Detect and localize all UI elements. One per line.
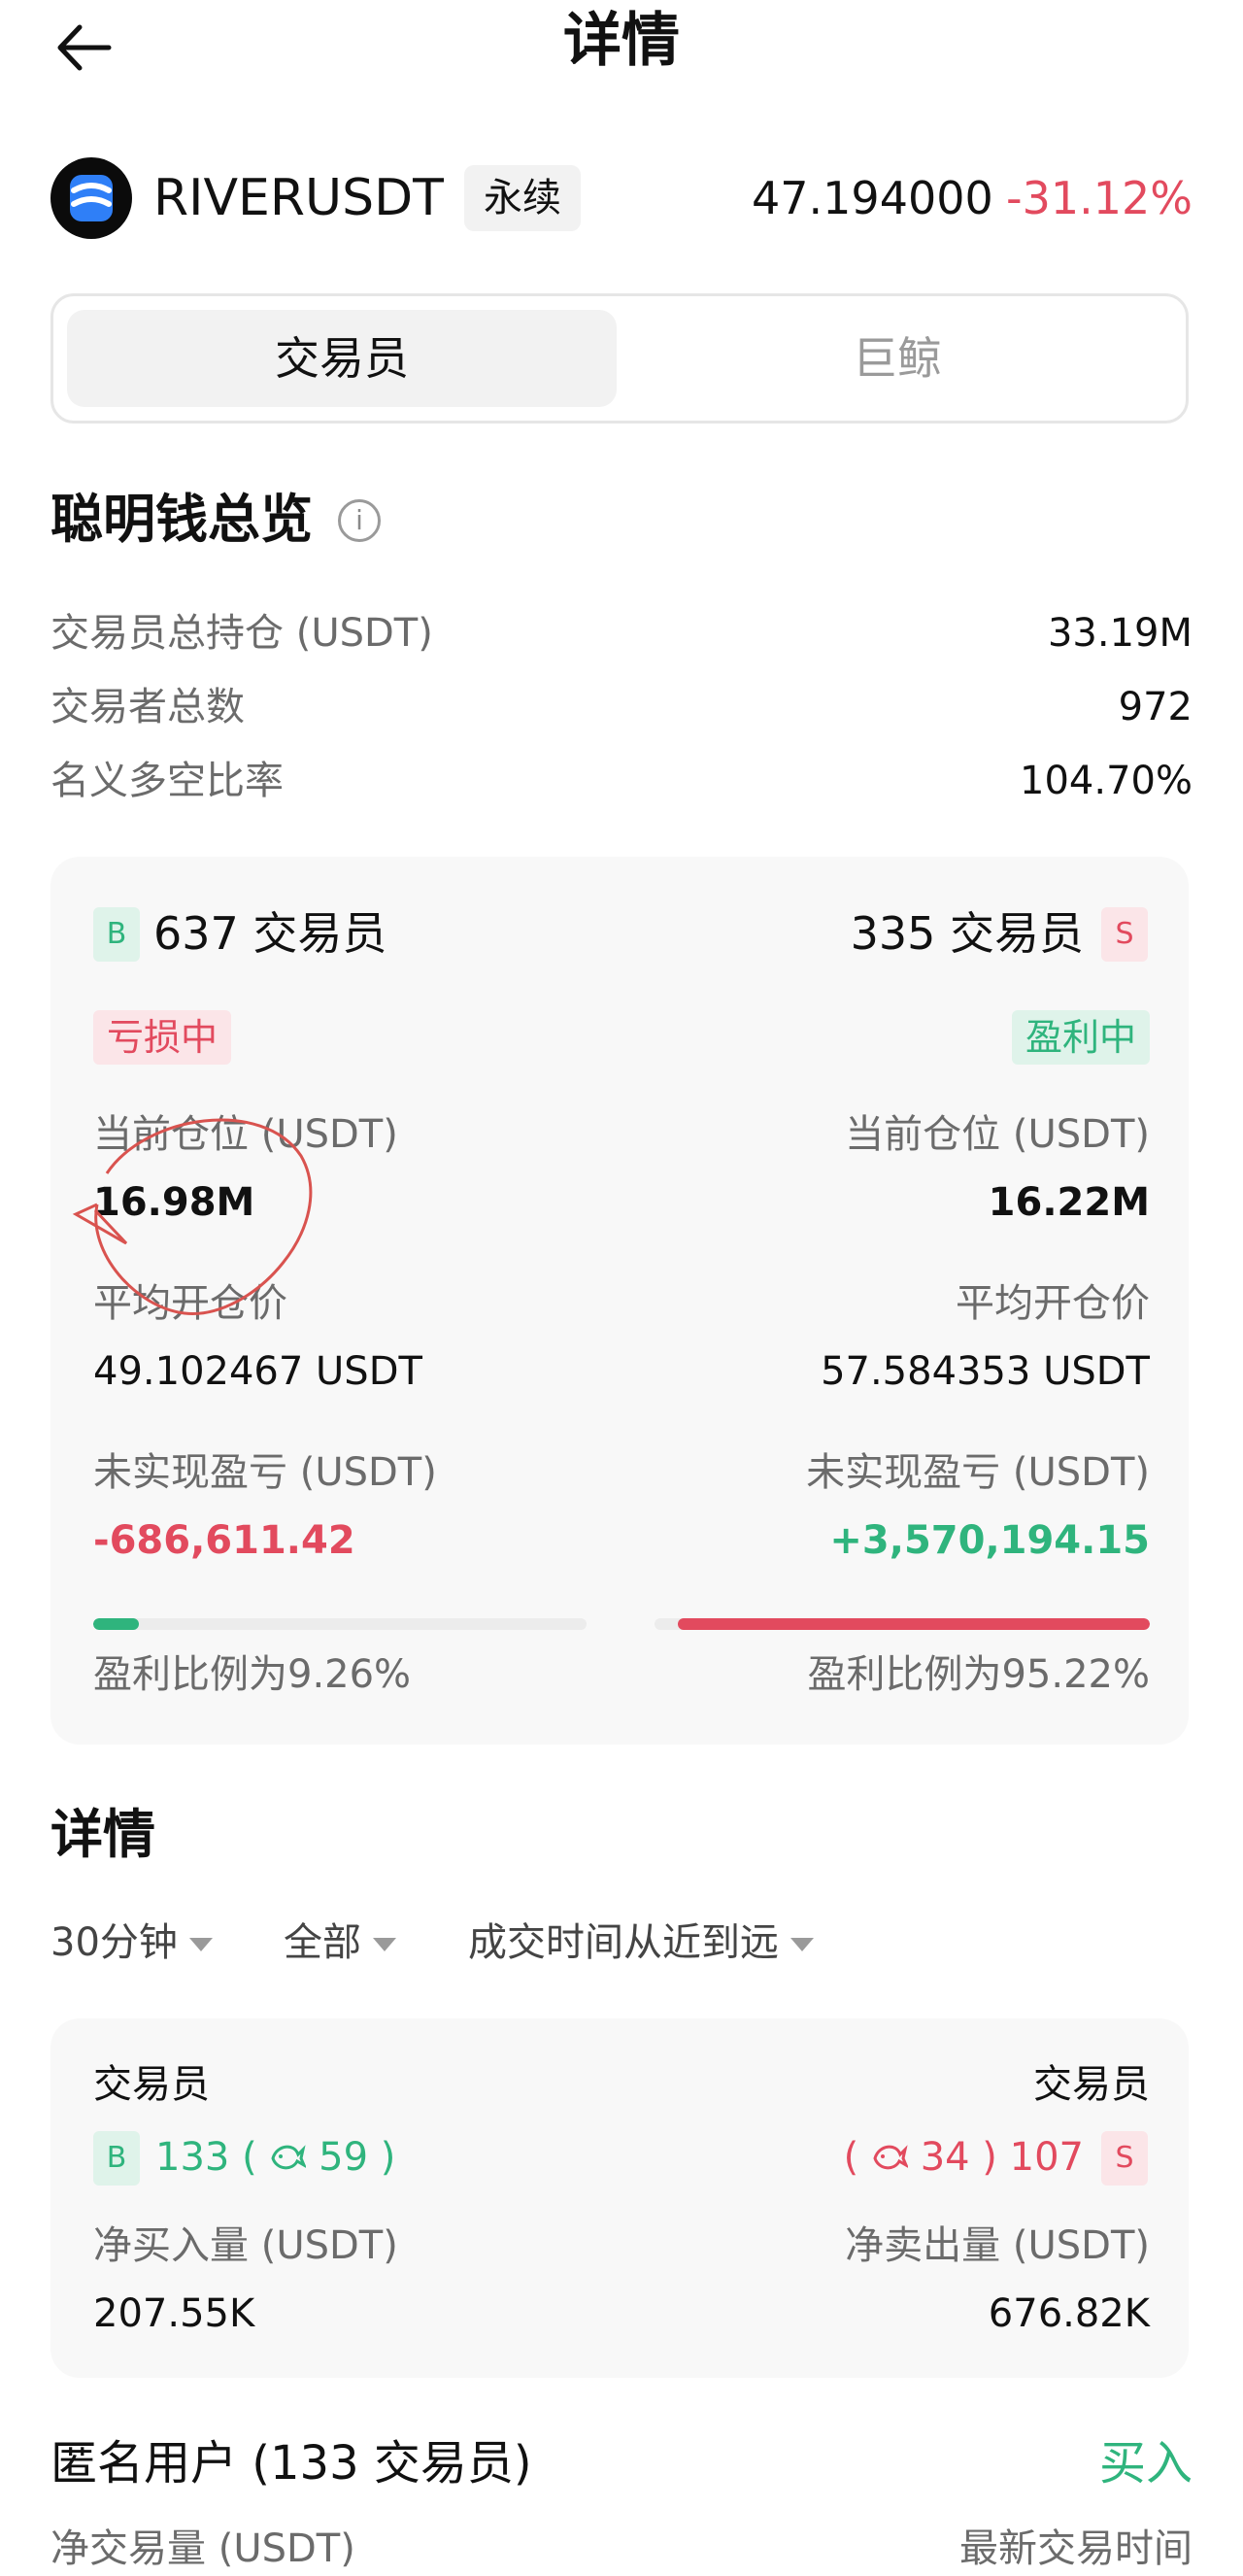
sell-whale-count: 34 <box>920 2135 970 2180</box>
long-profit-ratio-bar <box>93 1618 587 1630</box>
symbol-name: RIVERUSDT <box>153 169 444 227</box>
long-trader-count: 637 交易员 <box>153 907 387 960</box>
sell-tag: S <box>1101 907 1148 962</box>
latest-trade-time-column-header: 最新交易时间 <box>959 2526 1193 2571</box>
overview-label: 名义多空比率 <box>50 759 284 803</box>
overview-value: 972 <box>1118 685 1193 729</box>
sell-trader-breakdown: ( 34 ) 107 <box>843 2135 1084 2180</box>
interval-filter-dropdown[interactable]: 30分钟 <box>50 1915 213 1970</box>
overview-title: 聪明钱总览 <box>50 489 313 550</box>
profit-status-badge: 盈利中 <box>1011 1010 1150 1065</box>
side-filter-dropdown[interactable]: 全部 <box>284 1915 396 1970</box>
price-change: -31.12% <box>1006 172 1193 224</box>
info-icon[interactable]: i <box>338 499 381 542</box>
sell-traders-title: 交易员 <box>1033 2062 1150 2107</box>
long-pnl-label: 未实现盈亏 (USDT) <box>93 1450 437 1495</box>
net-sell-label: 净卖出量 (USDT) <box>845 2223 1150 2268</box>
contract-type-badge: 永续 <box>464 165 581 231</box>
tab-whales[interactable]: 巨鲸 <box>622 310 1172 407</box>
short-profit-ratio-text: 盈利比例为95.22% <box>807 1652 1150 1697</box>
loss-status-badge: 亏损中 <box>93 1010 232 1065</box>
short-position-label: 当前仓位 (USDT) <box>845 1112 1150 1157</box>
buy-whale-count: 59 <box>319 2135 369 2180</box>
segment-tabs: 交易员 巨鲸 <box>50 293 1189 424</box>
short-pnl-label: 未实现盈亏 (USDT) <box>806 1450 1150 1495</box>
short-profit-ratio-fill <box>678 1618 1150 1630</box>
short-profit-ratio-bar <box>655 1618 1150 1630</box>
details-title: 详情 <box>50 1804 155 1865</box>
sell-tag: S <box>1101 2131 1148 2186</box>
buy-trader-count: 133 <box>155 2135 230 2180</box>
buy-link[interactable]: 买入 <box>1099 2432 1193 2494</box>
short-avg-price-value: 57.584353 USDT <box>821 1349 1150 1394</box>
sell-trader-count: 107 <box>1009 2135 1084 2180</box>
long-profit-ratio-fill <box>93 1618 140 1630</box>
tab-traders[interactable]: 交易员 <box>67 310 617 407</box>
buy-tag: B <box>93 2131 140 2186</box>
short-avg-price-label: 平均开仓价 <box>956 1281 1150 1326</box>
net-buy-value: 207.55K <box>93 2291 255 2336</box>
sort-filter-label: 成交时间从近到远 <box>468 1920 779 1965</box>
river-logo-icon <box>50 157 132 239</box>
net-buy-label: 净买入量 (USDT) <box>93 2223 398 2268</box>
short-position-value: 16.22M <box>988 1180 1150 1225</box>
overview-value: 104.70% <box>1020 759 1193 803</box>
sort-filter-dropdown[interactable]: 成交时间从近到远 <box>468 1915 814 1970</box>
buy-traders-title: 交易员 <box>93 2062 210 2107</box>
net-volume-column-header: 净交易量 (USDT) <box>50 2526 355 2571</box>
long-avg-price-value: 49.102467 USDT <box>93 1349 422 1394</box>
whale-icon <box>873 2145 910 2170</box>
overview-label: 交易员总持仓 (USDT) <box>50 611 433 656</box>
buy-trader-breakdown: 133 ( 59 ) <box>155 2135 396 2180</box>
long-profit-ratio-text: 盈利比例为9.26% <box>93 1652 412 1697</box>
whale-icon <box>271 2145 308 2170</box>
interval-filter-label: 30分钟 <box>50 1920 178 1965</box>
page-title: 详情 <box>563 7 680 75</box>
caret-down-icon <box>373 1938 396 1951</box>
short-trader-count: 335 交易员 <box>850 907 1084 960</box>
hand-drawn-circle-annotation <box>72 1118 313 1315</box>
long-pnl-value: -686,611.42 <box>93 1518 355 1563</box>
overview-value: 33.19M <box>1047 611 1193 656</box>
side-filter-label: 全部 <box>284 1920 361 1965</box>
overview-label: 交易者总数 <box>50 685 245 729</box>
net-sell-value: 676.82K <box>988 2291 1150 2336</box>
caret-down-icon <box>188 1938 213 1951</box>
short-pnl-value: +3,570,194.15 <box>829 1518 1150 1563</box>
last-price: 47.194000 <box>752 172 993 224</box>
caret-down-icon <box>790 1938 814 1951</box>
anon-users-title: 匿名用户 (133 交易员) <box>50 2436 532 2491</box>
buy-tag: B <box>93 907 140 962</box>
